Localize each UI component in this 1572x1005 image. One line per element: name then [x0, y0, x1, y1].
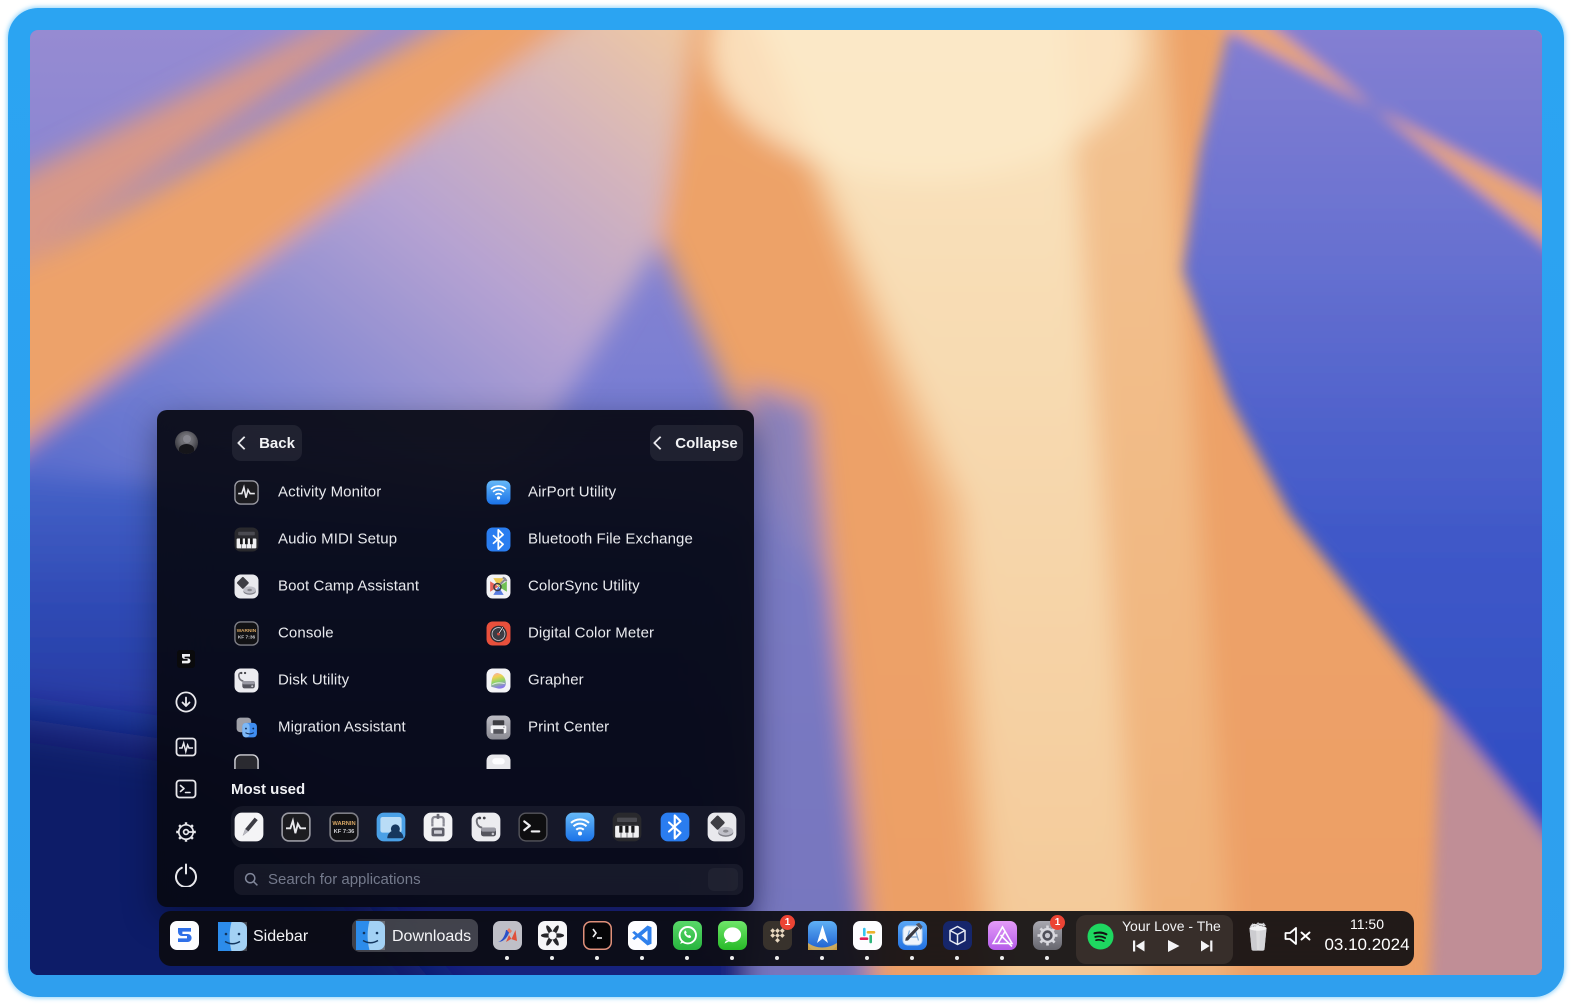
svg-text:WARNIN: WARNIN [237, 627, 257, 633]
svg-text:KF 7:36: KF 7:36 [333, 829, 354, 835]
svg-text:WARNIN: WARNIN [332, 821, 355, 827]
svg-text:KF 7:36: KF 7:36 [238, 634, 256, 640]
